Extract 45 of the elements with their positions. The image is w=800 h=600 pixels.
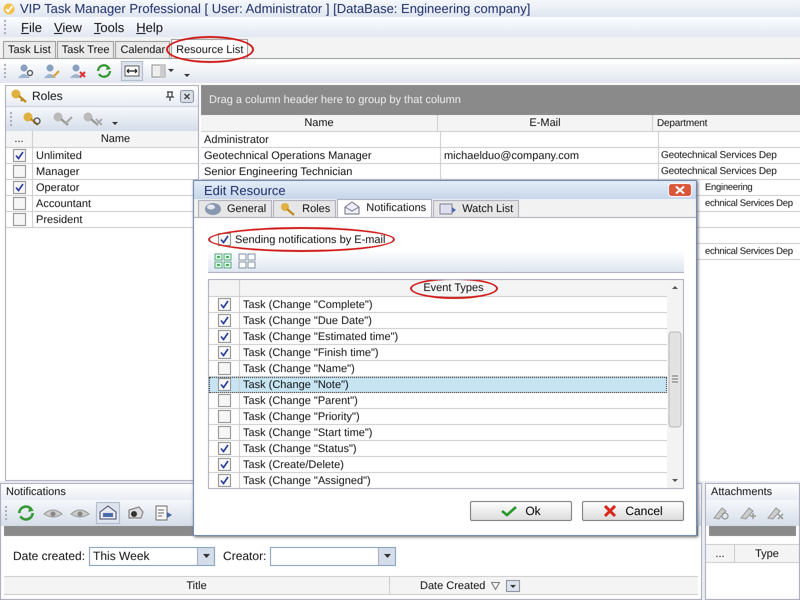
role-name: Operator xyxy=(35,180,80,195)
tab[interactable]: Resource List xyxy=(171,39,248,58)
column-header[interactable]: Event Types xyxy=(423,282,484,294)
menu-item[interactable]: Help xyxy=(136,20,164,34)
tab[interactable]: Watch List xyxy=(433,200,520,217)
table-cell: Engineering xyxy=(705,182,752,193)
table-cell: Senior Engineering Technician xyxy=(201,164,441,179)
column-header[interactable]: Department xyxy=(653,115,800,131)
field-label: Date created: xyxy=(13,549,86,563)
role-name: President xyxy=(35,212,84,227)
window-title: VIP Task Manager Professional [ User: Administrator ] [DataBase: Engineering company] xyxy=(20,1,530,16)
tab[interactable]: Task Tree xyxy=(56,41,114,58)
menu-item[interactable]: View xyxy=(54,20,82,34)
table-cell: Geotechnical Services Dep xyxy=(661,150,777,161)
column-header[interactable]: E-Mail xyxy=(438,115,653,131)
group-panel: Drag a column header here to group by that column xyxy=(201,85,800,115)
column-header[interactable]: Date Created xyxy=(420,580,486,592)
column-header[interactable]: Type xyxy=(735,545,799,562)
table-cell: echnical Services Dep xyxy=(705,246,793,257)
table-cell: echnical Services Dep xyxy=(705,198,793,209)
column-header[interactable]: ... xyxy=(706,545,735,562)
tab[interactable]: General xyxy=(198,200,272,217)
role-name: Accountant xyxy=(35,196,92,211)
tab[interactable]: Task List xyxy=(3,41,56,58)
checkbox-label[interactable]: Sending notifications by E-mail xyxy=(235,234,386,246)
dialog-title: Edit Resource xyxy=(204,182,286,198)
field-label: Creator: xyxy=(223,549,266,563)
date-created-dropdown[interactable]: This Week xyxy=(89,546,216,566)
panel-title: Attachments xyxy=(706,484,799,500)
table-cell: Geotechnical Operations Manager xyxy=(201,148,441,163)
tab[interactable]: Notifications xyxy=(337,199,432,217)
tab[interactable]: Roles xyxy=(273,200,336,217)
table-cell: Administrator xyxy=(201,132,441,147)
role-name: Unlimited xyxy=(35,148,83,163)
column-header[interactable]: Name xyxy=(201,115,438,131)
column-header[interactable]: Title xyxy=(4,577,390,594)
table-cell: Geotechnical Services Dep xyxy=(661,166,777,177)
panel-title: Roles xyxy=(32,89,64,103)
menu-item[interactable]: Tools xyxy=(94,20,124,34)
dialog-button[interactable]: Ok xyxy=(470,501,572,521)
table-cell: michaelduo@company.com xyxy=(441,148,659,163)
menu-item[interactable]: File xyxy=(21,20,42,34)
dialog-button[interactable]: Cancel xyxy=(582,501,684,521)
tab[interactable]: Calendar xyxy=(115,41,170,58)
role-name: Manager xyxy=(35,164,80,179)
